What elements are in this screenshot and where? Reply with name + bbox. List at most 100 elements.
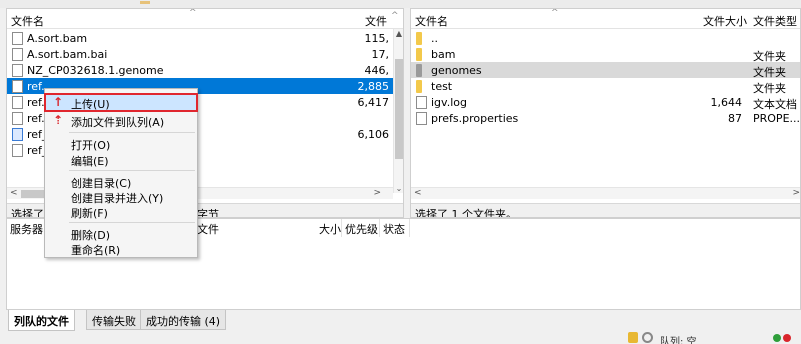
- file-icon: [12, 96, 23, 109]
- file-name: genomes: [431, 64, 482, 77]
- menu-item-refresh[interactable]: 刷新(F): [45, 203, 197, 220]
- tab-label: 传输失败: [92, 315, 136, 328]
- queue-header-priority[interactable]: 优先级: [345, 221, 378, 237]
- file-size: 87: [728, 112, 742, 125]
- local-status-text: 选择了: [11, 208, 44, 218]
- file-icon: [12, 144, 23, 157]
- tab-label: 列队的文件: [14, 315, 69, 328]
- local-file-row[interactable]: A.sort.bam.bai 17,: [7, 46, 393, 62]
- menu-item-rename[interactable]: 重命名(R): [45, 240, 197, 257]
- local-header-filename[interactable]: 文件名: [11, 13, 44, 29]
- file-name: prefs.properties: [431, 112, 519, 125]
- scroll-down-icon[interactable]: ⌄: [394, 184, 403, 193]
- menu-divider: [69, 132, 195, 133]
- menu-item-add-to-queue[interactable]: ⇡ 添加文件到队列(A): [45, 112, 197, 129]
- file-size: 6,417: [357, 96, 390, 109]
- menu-item-label: 添加文件到队列(A): [71, 116, 165, 129]
- file-name: NZ_CP032618.1.genome: [27, 64, 164, 77]
- tab-queued-files[interactable]: 列队的文件: [8, 310, 75, 331]
- local-file-row[interactable]: A.sort.bam 115,: [7, 30, 393, 46]
- remote-status-text: 选择了 1 个文件夹。: [415, 208, 517, 218]
- remote-header-filename[interactable]: 文件名: [415, 13, 448, 29]
- queue-header-status[interactable]: 状态: [383, 221, 405, 237]
- menu-item-label: 刷新(F): [71, 207, 108, 220]
- scroll-right-icon[interactable]: >: [792, 188, 800, 198]
- menu-divider: [69, 170, 195, 171]
- tab-failed-transfers[interactable]: 传输失败: [86, 310, 142, 330]
- upload-icon: ↑: [52, 95, 64, 109]
- sort-ascending-icon: ^: [551, 8, 559, 18]
- top-toolbar-strip: [0, 0, 801, 8]
- file-name: igv.log: [431, 96, 467, 109]
- file-name: A.sort.bam: [27, 32, 88, 45]
- remote-header-size[interactable]: 文件大小: [703, 13, 747, 29]
- scroll-up-icon[interactable]: ▲: [394, 29, 403, 38]
- special-file-icon: [12, 128, 23, 141]
- remote-file-row[interactable]: bam 文件夹: [411, 46, 800, 63]
- file-name: ref.: [27, 80, 45, 93]
- queue-tabs: 列队的文件 传输失败 成功的传输 (4): [0, 310, 801, 332]
- queue-status-label: 队列: 空: [660, 337, 697, 344]
- scroll-left-icon[interactable]: <: [10, 188, 18, 198]
- local-vertical-scrollbar[interactable]: ▲ ⌄: [393, 29, 403, 193]
- menu-item-open[interactable]: 打开(O): [45, 135, 197, 152]
- local-header-size[interactable]: 文件: [365, 13, 387, 29]
- queue-header-file[interactable]: 文件: [197, 221, 219, 237]
- remote-status-bar: 选择了 1 个文件夹。: [411, 203, 800, 218]
- folder-icon: [416, 48, 422, 61]
- tab-successful-transfers[interactable]: 成功的传输 (4): [140, 310, 227, 330]
- sort-icon: ^: [391, 11, 399, 21]
- column-divider: [341, 219, 342, 237]
- queue-header-server[interactable]: 服务器: [10, 221, 43, 237]
- menu-item-edit[interactable]: 编辑(E): [45, 151, 197, 168]
- remote-file-row[interactable]: igv.log 1,644 文本文档: [411, 94, 800, 111]
- file-icon: [12, 80, 23, 93]
- file-size: 446,: [364, 64, 390, 77]
- menu-item-label: 编辑(E): [71, 155, 109, 168]
- menu-item-upload[interactable]: ↑ 上传(U): [44, 93, 198, 112]
- file-icon: [12, 32, 23, 45]
- remote-file-row[interactable]: genomes 文件夹: [411, 62, 800, 79]
- status-light-green: [773, 334, 781, 342]
- scroll-thumb[interactable]: [395, 59, 403, 159]
- remote-header-type[interactable]: 文件类型: [753, 13, 797, 29]
- scroll-left-icon[interactable]: <: [414, 188, 422, 198]
- file-icon: [12, 64, 23, 77]
- remote-file-row[interactable]: test 文件夹: [411, 78, 800, 95]
- queue-header-size[interactable]: 大小: [319, 221, 341, 237]
- bottom-status-bar: 队列: 空: [0, 332, 801, 344]
- remote-file-row[interactable]: prefs.properties 87 PROPE...: [411, 110, 800, 126]
- tab-label: 成功的传输 (4): [146, 315, 221, 328]
- file-icon: [416, 112, 427, 125]
- folder-icon-gray: [416, 64, 422, 77]
- menu-item-label: 上传(U): [71, 98, 110, 111]
- column-divider: [379, 219, 380, 237]
- file-size: 6,106: [357, 128, 390, 141]
- local-file-header: 文件名 ^ 文件 ^: [7, 9, 403, 29]
- status-light-red: [783, 334, 791, 342]
- menu-divider: [69, 222, 195, 223]
- file-name: ..: [431, 32, 438, 45]
- sync-icon: [642, 332, 653, 343]
- file-icon: [12, 112, 23, 125]
- lock-icon: [628, 332, 638, 343]
- column-divider: [409, 219, 410, 237]
- remote-file-pane[interactable]: 文件名 ^ 文件大小 文件类型 .. bam 文件夹 genomes 文件夹 test 文件…: [410, 8, 801, 218]
- folder-icon: [416, 80, 422, 93]
- file-size: 1,644: [710, 96, 743, 109]
- scroll-right-icon[interactable]: >: [373, 188, 381, 198]
- folder-icon: [416, 32, 422, 45]
- remote-horizontal-scrollbar[interactable]: < >: [411, 187, 800, 199]
- local-file-row[interactable]: NZ_CP032618.1.genome 446,: [7, 62, 393, 78]
- add-to-queue-icon: ⇡: [52, 113, 64, 127]
- file-name: test: [431, 80, 453, 93]
- remote-file-row[interactable]: ..: [411, 30, 800, 46]
- file-size: 2,885: [357, 80, 390, 93]
- file-name: ref.: [27, 96, 45, 109]
- file-type: PROPE...: [753, 112, 801, 125]
- remote-file-header: 文件名 ^ 文件大小 文件类型: [411, 9, 800, 29]
- toolbar-marker: [140, 1, 150, 4]
- file-icon: [12, 48, 23, 61]
- file-size: 115,: [364, 32, 390, 45]
- local-status-tail: 字节: [197, 208, 219, 218]
